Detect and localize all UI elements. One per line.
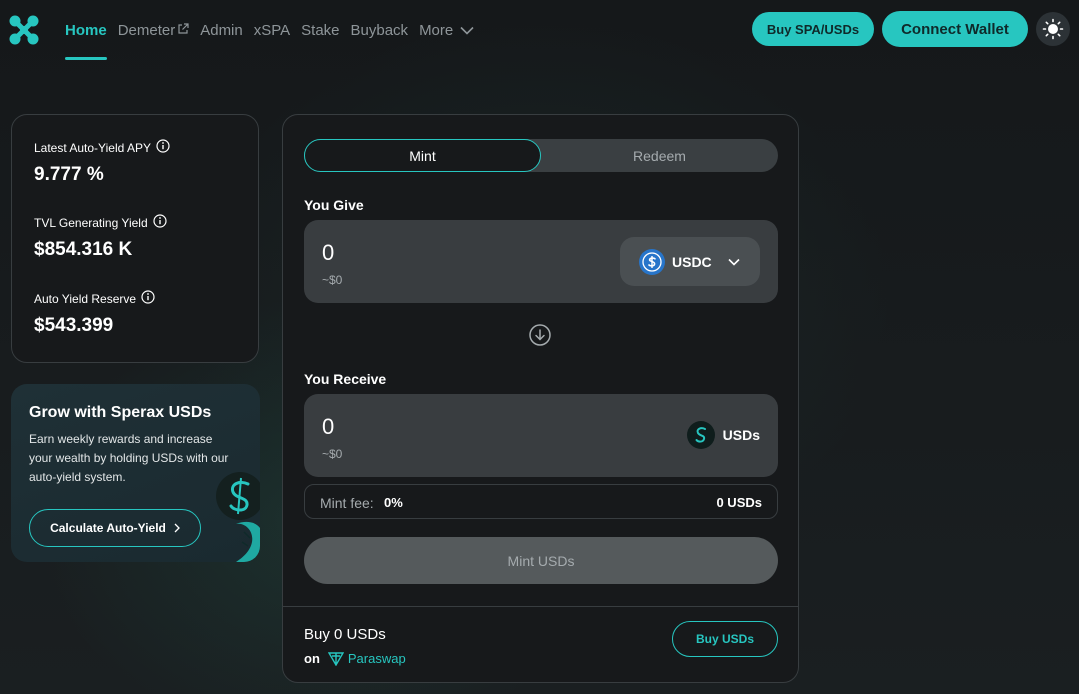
info-icon[interactable] xyxy=(141,290,155,307)
info-icon[interactable] xyxy=(153,214,167,231)
tvl-label: TVL Generating Yield xyxy=(34,215,148,230)
receive-amount: 0 xyxy=(322,414,335,439)
usds-icon xyxy=(686,421,715,449)
buy-usds-text: Buy 0 USDs xyxy=(304,626,386,643)
mint-fee-row: Mint fee: 0% 0 USDs xyxy=(304,484,778,519)
buy-via: on Paraswap xyxy=(304,651,406,666)
mint-fee-value: 0% xyxy=(384,495,403,510)
arrow-down-circle-icon[interactable] xyxy=(529,324,551,351)
mint-fee-label: Mint fee: xyxy=(320,495,374,511)
sperax-logo-icon[interactable] xyxy=(8,14,40,46)
give-token-name: USDC xyxy=(672,253,712,270)
usdc-icon xyxy=(639,248,665,275)
give-amount-input[interactable]: 0 xyxy=(322,240,334,266)
nav-home[interactable]: Home xyxy=(65,0,107,60)
nav-stake[interactable]: Stake xyxy=(301,0,339,60)
paraswap-link[interactable]: Paraswap xyxy=(348,651,406,666)
theme-toggle-button[interactable] xyxy=(1036,12,1070,46)
sun-icon xyxy=(1042,18,1064,40)
promo-text: Earn weekly rewards and increase your we… xyxy=(29,432,229,484)
you-receive-label: You Receive xyxy=(304,371,387,387)
nav-demeter[interactable]: Demeter xyxy=(118,0,190,60)
buy-spa-usds-button[interactable]: Buy SPA/USDs xyxy=(752,12,874,46)
give-usd-estimate: ~$0 xyxy=(322,273,343,287)
apy-label: Latest Auto-Yield APY xyxy=(34,140,151,155)
tab-mint[interactable]: Mint xyxy=(304,139,541,172)
calculate-auto-yield-button[interactable]: Calculate Auto-Yield xyxy=(29,509,201,547)
nav-buyback[interactable]: Buyback xyxy=(351,0,409,60)
chevron-down-icon xyxy=(728,258,740,266)
info-icon[interactable] xyxy=(156,139,170,156)
mint-fee-usds: 0 USDs xyxy=(716,495,762,510)
nav-admin[interactable]: Admin xyxy=(200,0,243,60)
apy-value: 9.777 % xyxy=(34,164,104,185)
connect-wallet-button[interactable]: Connect Wallet xyxy=(882,11,1028,47)
chevron-down-icon xyxy=(460,26,474,35)
top-navbar: Home Demeter Admin xSPA Stake Buyback Mo… xyxy=(0,0,1079,60)
nav-more[interactable]: More xyxy=(419,0,474,60)
mint-usds-button[interactable]: Mint USDs xyxy=(304,537,778,584)
you-give-label: You Give xyxy=(304,197,364,213)
promo-card: Grow with Sperax USDs Earn weekly reward… xyxy=(11,384,260,562)
chevron-right-icon xyxy=(174,523,180,533)
mint-redeem-card: Mint Redeem You Give 0 ~$0 USDC You Rece… xyxy=(282,114,799,683)
tvl-stat: TVL Generating Yield $854.316 K xyxy=(34,214,167,261)
receive-token-box: 0 ~$0 USDs xyxy=(304,394,778,477)
reserve-value: $543.399 xyxy=(34,315,114,336)
apy-stat: Latest Auto-Yield APY 9.777 % xyxy=(34,139,170,186)
promo-title: Grow with Sperax USDs xyxy=(29,404,212,421)
receive-usd-estimate: ~$0 xyxy=(322,447,343,461)
paraswap-icon xyxy=(327,651,344,666)
tab-redeem[interactable]: Redeem xyxy=(541,139,778,172)
nav-xspa[interactable]: xSPA xyxy=(254,0,290,60)
tvl-value: $854.316 K xyxy=(34,239,133,260)
external-link-icon xyxy=(177,22,189,39)
receive-token: USDs xyxy=(686,421,760,449)
usds-mascot-illustration xyxy=(214,472,260,562)
buy-usds-button[interactable]: Buy USDs xyxy=(672,621,778,657)
yield-stats-card: Latest Auto-Yield APY 9.777 % TVL Genera… xyxy=(11,114,259,363)
receive-token-name: USDs xyxy=(722,427,760,443)
give-token-box: 0 ~$0 USDC xyxy=(304,220,778,303)
divider xyxy=(283,606,798,607)
reserve-stat: Auto Yield Reserve $543.399 xyxy=(34,290,155,337)
give-token-selector[interactable]: USDC xyxy=(620,237,760,286)
reserve-label: Auto Yield Reserve xyxy=(34,291,137,306)
main-nav: Home Demeter Admin xSPA Stake Buyback Mo… xyxy=(65,0,485,60)
mint-redeem-tabs: Mint Redeem xyxy=(304,139,778,172)
